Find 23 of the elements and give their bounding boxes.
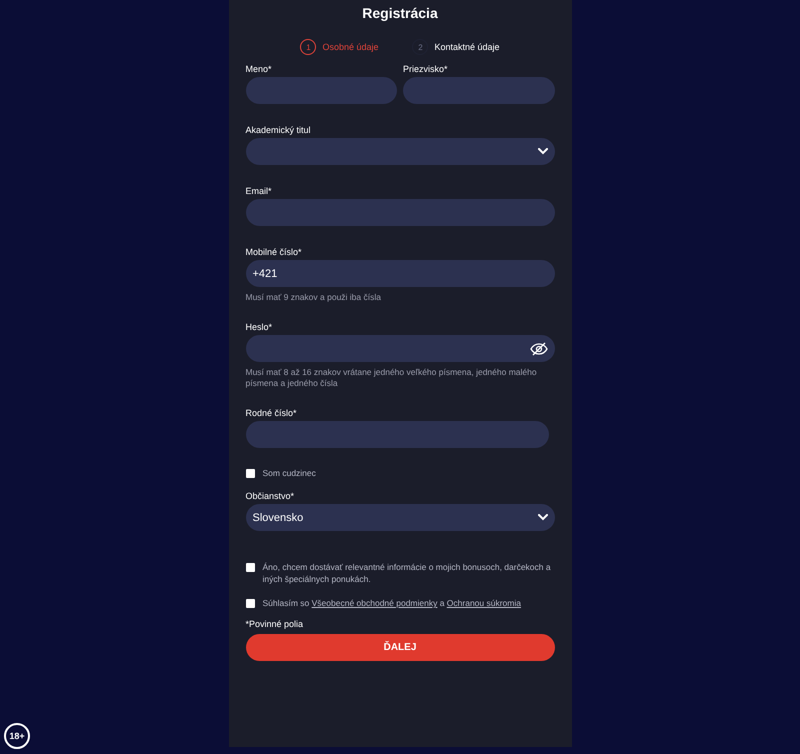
select-field[interactable]: Slovensko (246, 504, 554, 531)
age-badge: 18+ (4, 723, 30, 749)
field-label: Akademický titul (246, 125, 312, 136)
step-tab[interactable]: 2 Kontaktné údaje (412, 39, 500, 55)
terms-link[interactable]: Všeobecné obchodné podmienky (312, 598, 438, 608)
field-label: Heslo* (246, 322, 274, 333)
consent-text: Súhlasím so Všeobecné obchodné podmienky a Ochranou súkromia (262, 597, 521, 609)
checkbox-label: Som cudzinec (262, 467, 316, 479)
field-hint: Musí mať 9 znakov a použi iba čísla (246, 292, 382, 303)
form-title: Registrácia (361, 5, 439, 22)
next-button[interactable]: ĎALEJ (246, 634, 554, 661)
field-label: Rodné číslo* (246, 408, 298, 419)
field-label: Meno* (246, 64, 273, 75)
field-label: Priezvisko* (403, 64, 449, 75)
required-note: *Povinné polia (246, 619, 304, 631)
step-tab[interactable]: 1 Osobné údaje (300, 39, 378, 55)
field-label: Mobilné číslo* (246, 247, 303, 258)
field-label: Email* (246, 186, 273, 197)
terms-link[interactable]: Ochranou súkromia (446, 598, 521, 608)
consent-text: Áno, chcem dostávať relevantné informácie o mojich bonusoch, darčekoch a iných špeciálnych ponukách. (262, 561, 552, 585)
field-label: Občianstvo* (246, 491, 296, 502)
field-hint: Musí mať 8 až 16 znakov vrátane jedného veľkého písmena, jedného malého písmena a jedného čísla (246, 367, 538, 389)
input-field[interactable]: +421 (246, 260, 554, 287)
